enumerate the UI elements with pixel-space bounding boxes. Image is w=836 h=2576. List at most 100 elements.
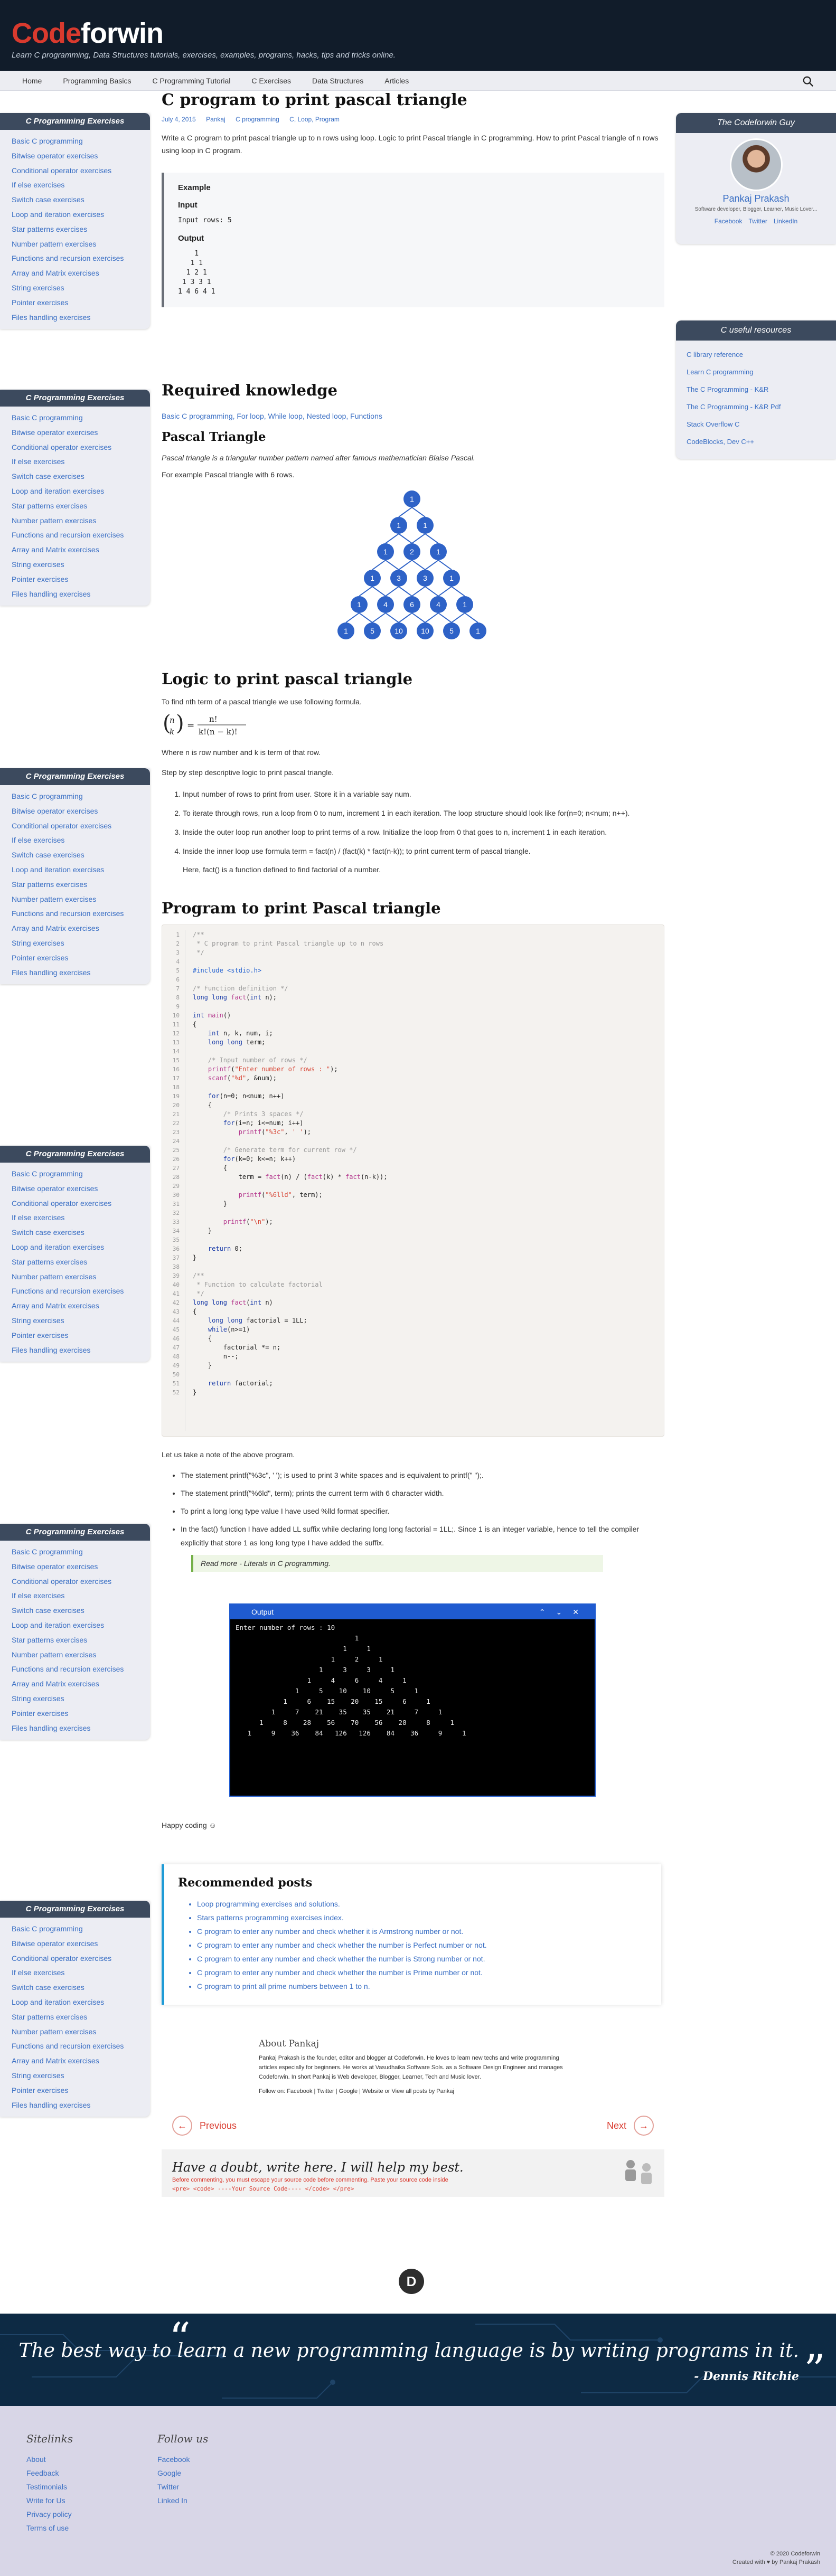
sidebar-item[interactable]: Files handling exercises <box>12 1721 150 1736</box>
footer-link[interactable]: Facebook <box>157 2452 208 2466</box>
sidebar-item[interactable]: Array and Matrix exercises <box>12 266 150 281</box>
sidebar-item[interactable]: Conditional operator exercises <box>12 1951 150 1966</box>
sidebar-item[interactable]: Functions and recursion exercises <box>12 1284 150 1299</box>
sidebar-item[interactable]: Number pattern exercises <box>12 2025 150 2040</box>
sidebar-item[interactable]: Bitwise operator exercises <box>12 1937 150 1951</box>
sidebar-item[interactable]: Array and Matrix exercises <box>12 921 150 936</box>
sidebar-item[interactable]: String exercises <box>12 1692 150 1706</box>
sidebar-item[interactable]: Star patterns exercises <box>12 222 150 237</box>
post-date[interactable]: July 4, 2015 <box>162 116 196 123</box>
post-tags[interactable]: C, Loop, Program <box>289 116 340 123</box>
sidebar-item[interactable]: Basic C programming <box>12 134 150 149</box>
sidebar-item[interactable]: If else exercises <box>12 1211 150 1225</box>
sidebar-item[interactable]: Star patterns exercises <box>12 877 150 892</box>
sidebar-item[interactable]: Switch case exercises <box>12 1603 150 1618</box>
close-icon[interactable]: ✕ <box>572 1608 589 1616</box>
sidebar-item[interactable]: Files handling exercises <box>12 966 150 980</box>
linkedin-link[interactable]: LinkedIn <box>774 218 797 225</box>
sidebar-item[interactable]: Bitwise operator exercises <box>12 426 150 440</box>
recommended-link[interactable]: Loop programming exercises and solutions… <box>197 1897 647 1911</box>
footer-link[interactable]: Twitter <box>157 2480 208 2494</box>
sidebar-item[interactable]: Number pattern exercises <box>12 892 150 907</box>
sidebar-item[interactable]: If else exercises <box>12 455 150 469</box>
recommended-link[interactable]: C program to print all prime numbers bet… <box>197 1979 647 1993</box>
footer-link[interactable]: Linked In <box>157 2494 208 2507</box>
post-author[interactable]: Pankaj <box>206 116 226 123</box>
sidebar-item[interactable]: String exercises <box>12 558 150 572</box>
sidebar-item[interactable]: Conditional operator exercises <box>12 1196 150 1211</box>
sidebar-item[interactable]: Array and Matrix exercises <box>12 1299 150 1314</box>
sidebar-item[interactable]: Star patterns exercises <box>12 1633 150 1648</box>
footer-link[interactable]: Write for Us <box>26 2494 73 2507</box>
sidebar-item[interactable]: Pointer exercises <box>12 1706 150 1721</box>
sidebar-item[interactable]: Loop and iteration exercises <box>12 207 150 222</box>
sidebar-item[interactable]: Files handling exercises <box>12 1343 150 1358</box>
sidebar-item[interactable]: Loop and iteration exercises <box>12 1240 150 1255</box>
recommended-link[interactable]: C program to enter any number and check … <box>197 1924 647 1938</box>
sidebar-item[interactable]: Bitwise operator exercises <box>12 149 150 164</box>
sidebar-item[interactable]: Conditional operator exercises <box>12 164 150 178</box>
sidebar-item[interactable]: Switch case exercises <box>12 848 150 863</box>
sidebar-item[interactable]: Loop and iteration exercises <box>12 1618 150 1633</box>
recommended-link[interactable]: C program to enter any number and check … <box>197 1966 647 1979</box>
source-code-block[interactable]: 1 2 3 4 5 6 7 8 9 10 11 12 13 14 15 16 1… <box>162 924 664 1437</box>
footer-link[interactable]: Privacy policy <box>26 2507 73 2521</box>
sidebar-item[interactable]: Number pattern exercises <box>12 1648 150 1663</box>
recommended-link[interactable]: C program to enter any number and check … <box>197 1952 647 1966</box>
nav-item[interactable]: Programming Basics <box>52 71 142 91</box>
sidebar-item[interactable]: Pointer exercises <box>12 296 150 310</box>
recommended-link[interactable]: C program to enter any number and check … <box>197 1938 647 1952</box>
sidebar-item[interactable]: Pointer exercises <box>12 1328 150 1343</box>
resource-link[interactable]: The C Programming - K&R Pdf <box>687 398 836 416</box>
author-name[interactable]: Pankaj Prakash <box>676 193 836 204</box>
sidebar-item[interactable]: Loop and iteration exercises <box>12 484 150 499</box>
sidebar-item[interactable]: If else exercises <box>12 1966 150 1980</box>
footer-link[interactable]: About <box>26 2452 73 2466</box>
resource-link[interactable]: The C Programming - K&R <box>687 381 836 398</box>
sidebar-item[interactable]: If else exercises <box>12 178 150 193</box>
sidebar-item[interactable]: Array and Matrix exercises <box>12 543 150 558</box>
facebook-link[interactable]: Facebook <box>715 218 743 225</box>
nav-item[interactable]: C Exercises <box>241 71 302 91</box>
sidebar-item[interactable]: Star patterns exercises <box>12 2010 150 2025</box>
sidebar-item[interactable]: If else exercises <box>12 1589 150 1603</box>
sidebar-item[interactable]: String exercises <box>12 281 150 296</box>
sidebar-item[interactable]: Number pattern exercises <box>12 1270 150 1285</box>
post-category[interactable]: C programming <box>236 116 279 123</box>
sidebar-item[interactable]: Basic C programming <box>12 1545 150 1560</box>
sidebar-item[interactable]: Switch case exercises <box>12 1980 150 1995</box>
sidebar-item[interactable]: If else exercises <box>12 833 150 848</box>
sidebar-item[interactable]: String exercises <box>12 2069 150 2083</box>
sidebar-item[interactable]: Functions and recursion exercises <box>12 2039 150 2054</box>
footer-link[interactable]: Feedback <box>26 2466 73 2480</box>
recommended-link[interactable]: Stars patterns programming exercises ind… <box>197 1911 647 1924</box>
resource-link[interactable]: CodeBlocks, Dev C++ <box>687 433 836 450</box>
sidebar-item[interactable]: Functions and recursion exercises <box>12 1662 150 1677</box>
twitter-link[interactable]: Twitter <box>748 218 767 225</box>
sidebar-item[interactable]: Switch case exercises <box>12 193 150 207</box>
sidebar-item[interactable]: Functions and recursion exercises <box>12 528 150 543</box>
footer-link[interactable]: Google <box>157 2466 208 2480</box>
sidebar-item[interactable]: Conditional operator exercises <box>12 440 150 455</box>
disqus-icon[interactable]: D <box>399 2269 424 2294</box>
sidebar-item[interactable]: String exercises <box>12 936 150 951</box>
resource-link[interactable]: Stack Overflow C <box>687 416 836 433</box>
search-icon[interactable] <box>802 76 814 87</box>
sidebar-item[interactable]: Files handling exercises <box>12 310 150 325</box>
site-logo[interactable]: Codeforwin <box>12 17 164 50</box>
sidebar-item[interactable]: Loop and iteration exercises <box>12 1995 150 2010</box>
footer-link[interactable]: Terms of use <box>26 2521 73 2535</box>
sidebar-item[interactable]: Conditional operator exercises <box>12 819 150 834</box>
sidebar-item[interactable]: Pointer exercises <box>12 2083 150 2098</box>
sidebar-item[interactable]: Files handling exercises <box>12 587 150 602</box>
sidebar-item[interactable]: Bitwise operator exercises <box>12 804 150 819</box>
required-links[interactable]: Basic C programming, For loop, While loo… <box>162 410 664 422</box>
sidebar-item[interactable]: String exercises <box>12 1314 150 1328</box>
resource-link[interactable]: C library reference <box>687 346 836 363</box>
sidebar-item[interactable]: Star patterns exercises <box>12 1255 150 1270</box>
sidebar-item[interactable]: Bitwise operator exercises <box>12 1182 150 1196</box>
window-down-icon[interactable]: ⌄ <box>556 1608 573 1616</box>
sidebar-item[interactable]: Functions and recursion exercises <box>12 251 150 266</box>
nav-item[interactable]: Articles <box>374 71 419 91</box>
sidebar-item[interactable]: Basic C programming <box>12 411 150 426</box>
